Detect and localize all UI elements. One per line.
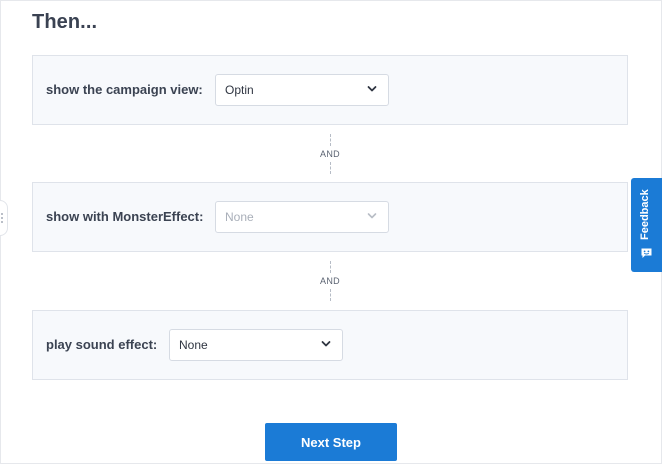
and-connector: AND [315,134,345,174]
chevron-down-icon [321,341,331,347]
chevron-down-icon [367,213,377,219]
sound-effect-select[interactable]: None [169,329,343,361]
connector-line [329,261,331,273]
feedback-tab[interactable]: Feedback [631,178,662,272]
smiley-chat-icon [641,248,652,258]
rule-card-sound-effect: play sound effect: None [32,310,628,380]
sound-effect-select-value: None [179,338,208,352]
drag-handle[interactable] [0,200,8,236]
campaign-view-select-value: Optin [225,83,254,97]
monster-effect-select-value: None [225,210,254,224]
section-heading: Then... [32,11,98,33]
feedback-label: Feedback [639,189,651,240]
sound-effect-label: play sound effect: [46,337,158,352]
connector-line [329,162,331,174]
grip-icon [1,212,3,224]
next-step-button[interactable]: Next Step [265,423,397,461]
and-connector: AND [315,261,345,301]
chevron-down-icon [367,86,377,92]
connector-line [329,289,331,301]
rule-card-campaign-view: show the campaign view: Optin [32,55,628,125]
monster-effect-select[interactable]: None [215,201,389,233]
and-label: AND [320,276,340,286]
connector-line [329,134,331,146]
rule-card-monster-effect: show with MonsterEffect: None [32,182,628,252]
and-label: AND [320,149,340,159]
monster-effect-label: show with MonsterEffect: [46,209,204,224]
campaign-view-select[interactable]: Optin [215,74,389,106]
campaign-view-label: show the campaign view: [46,82,203,97]
